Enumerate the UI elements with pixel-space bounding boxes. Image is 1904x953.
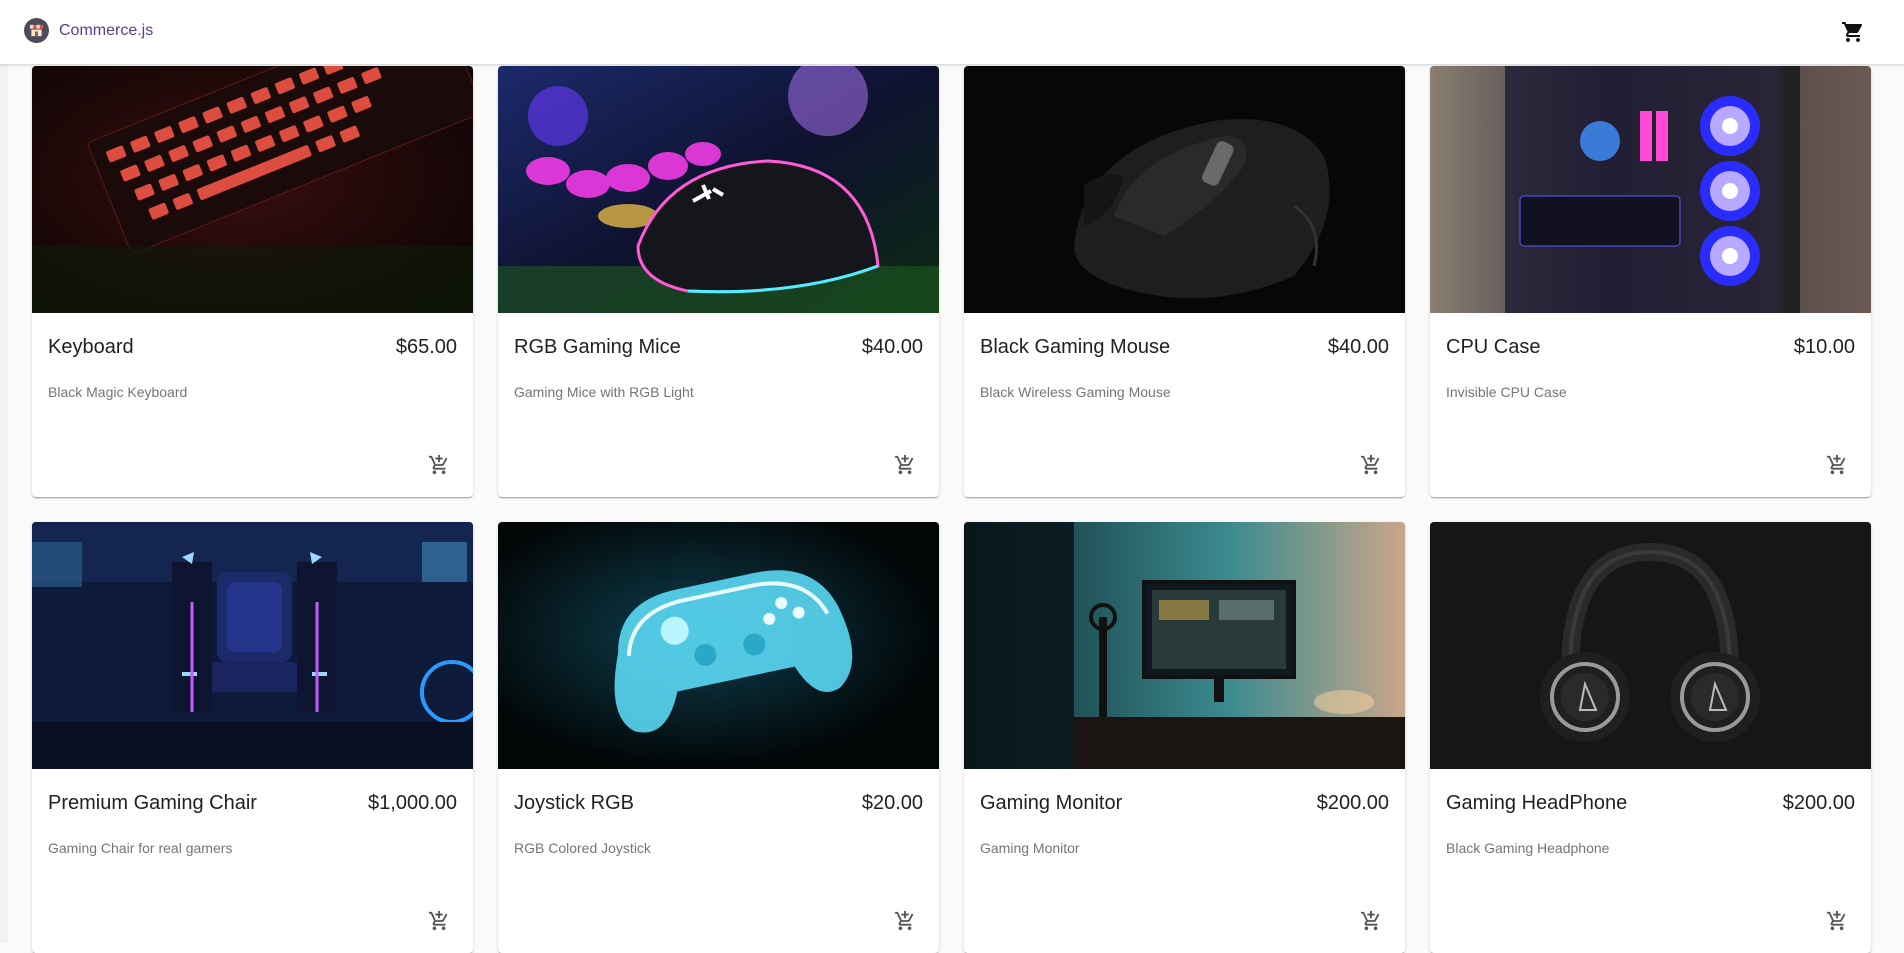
store-icon — [24, 18, 49, 43]
product-card[interactable]: Gaming Monitor $200.00 Gaming Monitor — [964, 522, 1405, 953]
product-name: Gaming HeadPhone — [1446, 792, 1628, 814]
product-image — [964, 522, 1405, 769]
product-image — [498, 522, 939, 769]
product-price: $200.00 — [1782, 792, 1855, 814]
product-card[interactable]: Joystick RGB $20.00 RGB Colored Joystick — [498, 522, 939, 953]
product-description: RGB Colored Joystick — [514, 840, 651, 856]
add-shopping-cart-icon — [894, 454, 914, 475]
add-to-cart-button[interactable] — [425, 451, 453, 479]
product-card[interactable]: Keyboard $65.00 Black Magic Keyboard — [32, 66, 473, 497]
add-to-cart-button[interactable] — [1357, 907, 1385, 935]
add-shopping-cart-icon — [428, 910, 448, 931]
product-card[interactable]: Black Gaming Mouse $40.00 Black Wireless… — [964, 66, 1405, 497]
add-shopping-cart-icon — [1360, 454, 1380, 475]
product-image — [32, 522, 473, 769]
add-to-cart-button[interactable] — [425, 907, 453, 935]
page-edge — [0, 64, 8, 943]
product-price: $10.00 — [1793, 336, 1855, 358]
product-name: Joystick RGB — [514, 792, 635, 814]
product-grid: Keyboard $65.00 Black Magic Keyboard RGB… — [32, 66, 1872, 953]
product-name: Keyboard — [48, 336, 134, 358]
product-price: $20.00 — [861, 792, 923, 814]
product-image — [498, 66, 939, 313]
add-to-cart-button[interactable] — [891, 907, 919, 935]
product-header: Premium Gaming Chair $1,000.00 — [48, 792, 457, 815]
add-to-cart-button[interactable] — [1823, 907, 1851, 935]
add-to-cart-button[interactable] — [891, 451, 919, 479]
shopping-cart-button[interactable] — [1838, 17, 1868, 47]
brand-name[interactable]: Commerce.js — [59, 22, 153, 40]
add-shopping-cart-icon — [1360, 910, 1380, 931]
add-to-cart-button[interactable] — [1823, 451, 1851, 479]
product-price: $200.00 — [1316, 792, 1389, 814]
product-header: Black Gaming Mouse $40.00 — [980, 336, 1389, 359]
product-card[interactable]: CPU Case $10.00 Invisible CPU Case — [1430, 66, 1871, 497]
product-price: $40.00 — [1327, 336, 1389, 358]
product-header: Gaming Monitor $200.00 — [980, 792, 1389, 815]
product-card[interactable]: Premium Gaming Chair $1,000.00 Gaming Ch… — [32, 522, 473, 953]
product-price: $65.00 — [395, 336, 457, 358]
product-header: CPU Case $10.00 — [1446, 336, 1855, 359]
product-description: Gaming Chair for real gamers — [48, 840, 233, 856]
product-card[interactable]: Gaming HeadPhone $200.00 Black Gaming He… — [1430, 522, 1871, 953]
product-description: Invisible CPU Case — [1446, 384, 1567, 400]
product-header: Joystick RGB $20.00 — [514, 792, 923, 815]
add-shopping-cart-icon — [428, 454, 448, 475]
brand-link[interactable]: Commerce.js — [24, 18, 153, 43]
product-description: Black Magic Keyboard — [48, 384, 188, 400]
add-shopping-cart-icon — [1826, 454, 1846, 475]
product-description: Gaming Monitor — [980, 840, 1080, 856]
product-image — [1430, 66, 1871, 313]
add-shopping-cart-icon — [894, 910, 914, 931]
product-description: Black Wireless Gaming Mouse — [980, 384, 1171, 400]
product-header: RGB Gaming Mice $40.00 — [514, 336, 923, 359]
product-name: RGB Gaming Mice — [514, 336, 681, 358]
product-price: $40.00 — [861, 336, 923, 358]
product-name: Premium Gaming Chair — [48, 792, 257, 814]
product-description: Black Gaming Headphone — [1446, 840, 1610, 856]
app-bar: Commerce.js — [0, 0, 1904, 64]
product-header: Keyboard $65.00 — [48, 336, 457, 359]
product-image — [964, 66, 1405, 313]
shopping-cart-icon — [1842, 22, 1863, 42]
product-name: Black Gaming Mouse — [980, 336, 1171, 358]
product-name: CPU Case — [1446, 336, 1541, 358]
product-card[interactable]: RGB Gaming Mice $40.00 Gaming Mice with … — [498, 66, 939, 497]
product-name: Gaming Monitor — [980, 792, 1123, 814]
add-to-cart-button[interactable] — [1357, 451, 1385, 479]
product-price: $1,000.00 — [368, 792, 457, 814]
add-shopping-cart-icon — [1826, 910, 1846, 931]
product-header: Gaming HeadPhone $200.00 — [1446, 792, 1855, 815]
product-image — [1430, 522, 1871, 769]
product-description: Gaming Mice with RGB Light — [514, 384, 694, 400]
product-image — [32, 66, 473, 313]
